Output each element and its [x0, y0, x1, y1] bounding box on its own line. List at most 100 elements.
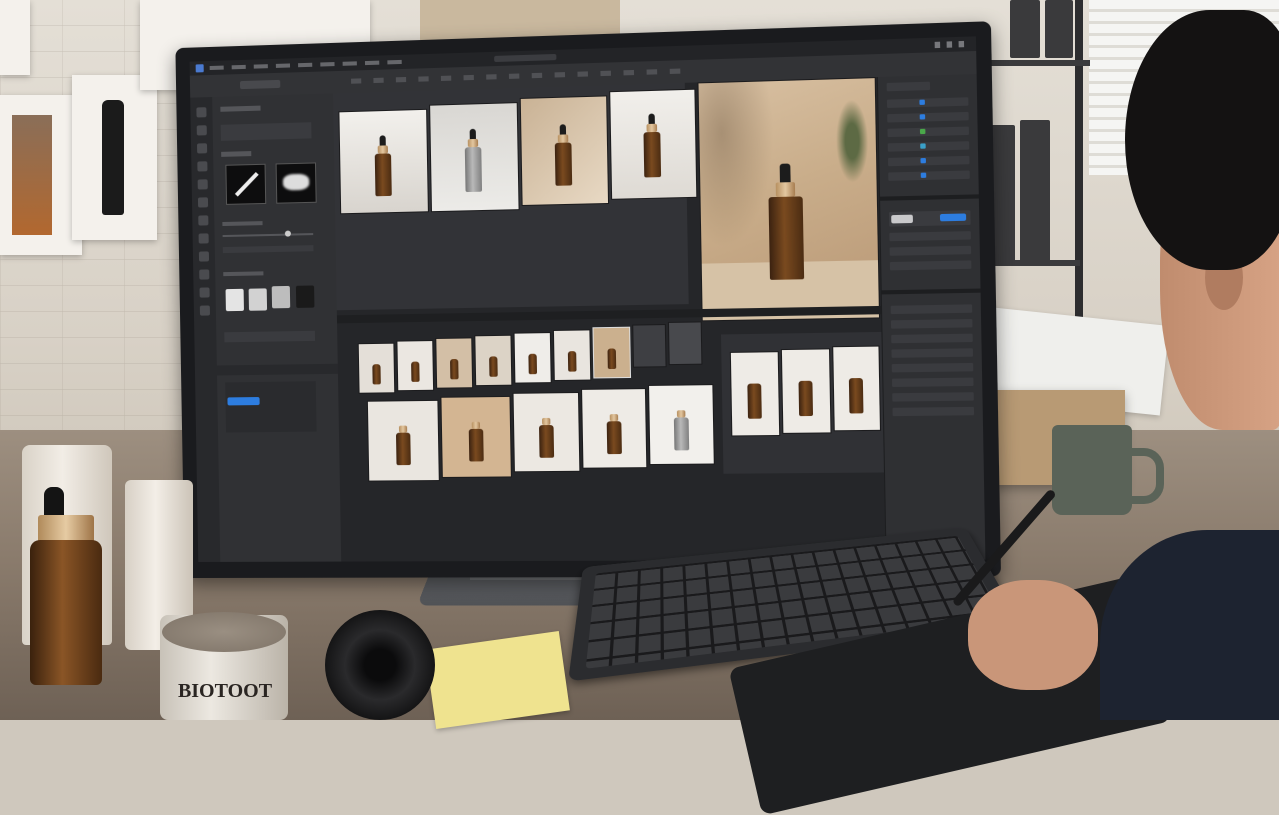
panel-tab-strip[interactable] [216, 363, 338, 376]
grid-thumbnail[interactable] [366, 399, 440, 482]
swatch-light[interactable] [248, 288, 268, 311]
filmstrip-thumb[interactable] [474, 334, 513, 387]
bottle [848, 377, 864, 414]
layer-visibility-icon[interactable] [919, 128, 926, 135]
adjustment-row[interactable] [891, 333, 973, 344]
bottle [395, 432, 411, 466]
filmstrip-thumb[interactable] [396, 340, 435, 392]
options-dropdown[interactable] [239, 79, 281, 90]
adjustment-row[interactable] [892, 392, 974, 402]
size-slider[interactable] [222, 233, 314, 238]
filmstrip-thumb-selected[interactable] [592, 326, 632, 379]
adjustment-row[interactable] [890, 318, 973, 329]
layer-row[interactable] [887, 155, 970, 167]
options-controls[interactable] [351, 68, 683, 84]
layer-visibility-icon[interactable] [920, 157, 926, 164]
shape-tool-icon[interactable] [199, 269, 210, 280]
thumbnail-image[interactable] [429, 102, 520, 213]
menu-items[interactable] [209, 59, 402, 71]
properties-row[interactable] [889, 231, 971, 242]
hand-tool-icon[interactable] [199, 287, 210, 298]
thumbnail-image[interactable] [519, 95, 610, 207]
document-tab[interactable] [494, 53, 557, 63]
binder [1010, 0, 1040, 58]
panel-heading [220, 105, 261, 112]
wall-poster [0, 95, 82, 255]
window-controls[interactable] [934, 40, 968, 49]
lasso-tool-icon[interactable] [196, 143, 208, 154]
compare-thumbnail[interactable] [780, 348, 832, 434]
adjustment-row[interactable] [892, 406, 975, 417]
text-tool-icon[interactable] [198, 251, 210, 262]
bottle-cap [609, 414, 619, 422]
gradient-tool-icon[interactable] [198, 233, 209, 244]
layer-row[interactable] [887, 126, 969, 138]
filmstrip-thumb[interactable] [435, 337, 474, 389]
bottle-cap [775, 182, 796, 197]
layer-visibility-icon[interactable] [919, 114, 926, 120]
adjustment-row[interactable] [891, 377, 974, 387]
layer-visibility-icon[interactable] [920, 172, 927, 178]
filmstrip-thumb[interactable] [552, 329, 592, 382]
layer-visibility-icon[interactable] [920, 143, 926, 149]
brush-tool-icon[interactable] [197, 179, 208, 190]
bottle [528, 353, 538, 375]
eraser-tool-icon[interactable] [198, 215, 209, 226]
properties-row[interactable] [889, 260, 972, 271]
thumbnail-image[interactable] [609, 88, 698, 200]
compare-thumbnail[interactable] [729, 351, 781, 437]
marquee-tool-icon[interactable] [196, 125, 207, 136]
brush-preset-hard[interactable] [225, 163, 267, 205]
adjustment-row[interactable] [890, 304, 973, 315]
brush-preset-field[interactable] [220, 122, 312, 141]
layer-row[interactable] [886, 97, 969, 108]
monitor [175, 21, 1002, 579]
brush-settings-panel [212, 93, 342, 562]
slider-field[interactable] [222, 245, 314, 254]
bottle [411, 361, 420, 382]
bottle [567, 351, 577, 372]
grid-thumbnail[interactable] [512, 391, 581, 473]
history-list[interactable] [225, 381, 317, 433]
plant-sprig [835, 99, 869, 184]
adjustment-row[interactable] [891, 362, 974, 373]
thumbnail-image[interactable] [338, 108, 429, 215]
filmstrip-thumb[interactable] [357, 342, 396, 394]
swatch-light[interactable] [225, 288, 244, 312]
panel-field[interactable] [224, 330, 316, 343]
mug-handle [1120, 448, 1164, 504]
compare-thumbnail[interactable] [832, 345, 882, 432]
properties-row[interactable] [888, 210, 971, 227]
layer-visibility-icon[interactable] [919, 99, 925, 105]
serum-bottle [30, 540, 102, 685]
main-product-image[interactable] [697, 77, 881, 322]
adjustment-row[interactable] [891, 348, 974, 358]
grid-thumbnail[interactable] [647, 384, 715, 466]
apply-button[interactable] [227, 397, 260, 406]
move-tool-icon[interactable] [196, 107, 207, 118]
filmstrip-thumb[interactable] [667, 321, 703, 366]
stamp-tool-icon[interactable] [197, 197, 209, 208]
properties-row[interactable] [889, 245, 972, 256]
swatch-mid[interactable] [271, 285, 291, 309]
filmstrip-thumb[interactable] [632, 324, 667, 368]
grid-thumbnail[interactable] [581, 388, 648, 469]
layer-row[interactable] [888, 170, 970, 181]
panel-divider [881, 288, 981, 295]
layer-row[interactable] [887, 141, 970, 152]
bottle-cap [646, 123, 658, 133]
binder [1020, 120, 1050, 265]
zoom-tool-icon[interactable] [199, 305, 210, 316]
bottle [372, 364, 381, 385]
filmstrip-thumb[interactable] [513, 332, 552, 384]
wall-poster [0, 0, 30, 75]
panel-divider [880, 194, 979, 201]
grid-thumbnail[interactable] [440, 395, 512, 478]
size-slider-handle[interactable] [284, 230, 291, 237]
layer-row[interactable] [887, 111, 969, 123]
crop-tool-icon[interactable] [197, 161, 208, 172]
brush-preset-soft[interactable] [275, 162, 317, 204]
apply-property-button[interactable] [939, 213, 967, 222]
bottle [673, 417, 690, 451]
swatch-dark[interactable] [295, 285, 315, 308]
